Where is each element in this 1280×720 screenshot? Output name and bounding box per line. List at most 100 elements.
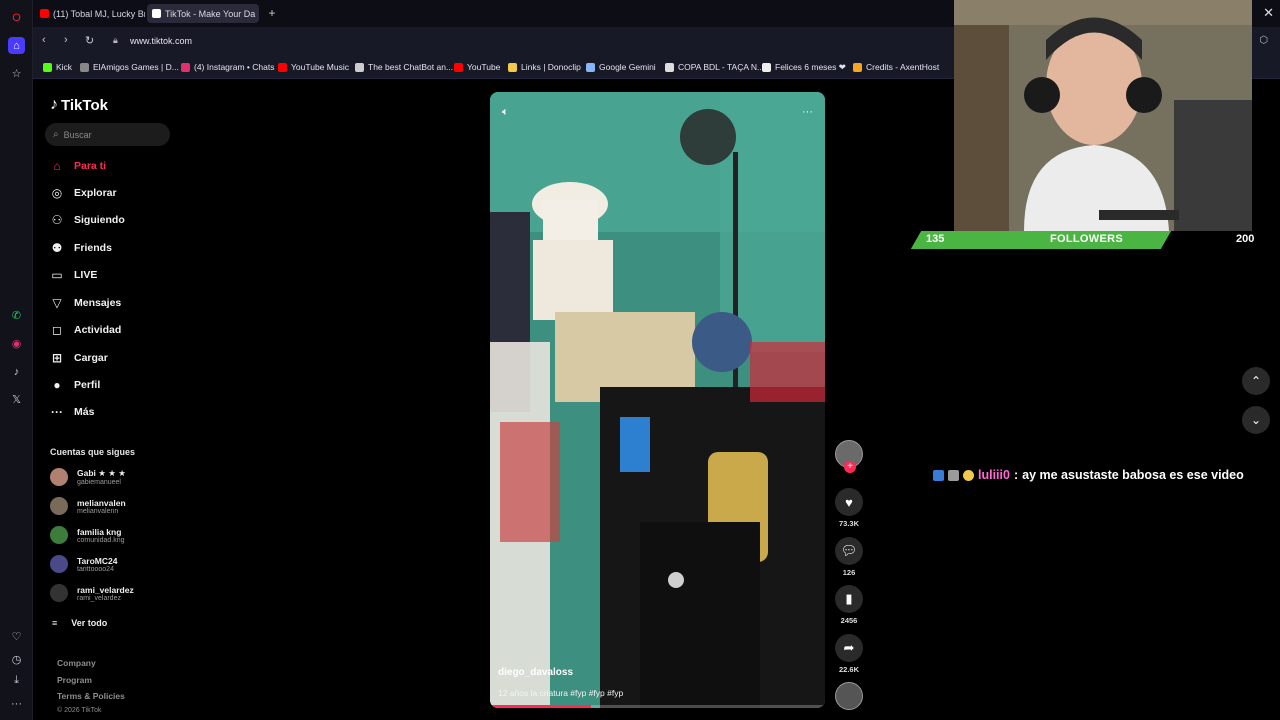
nav-label: Actividad (74, 324, 122, 336)
bookmark-item[interactable]: Felices 6 meses ❤ (762, 62, 846, 73)
x-icon[interactable]: 𝕏 (8, 391, 25, 408)
bookmark-item[interactable]: The best ChatBot an... (355, 62, 453, 72)
account-username: tarittoooo24 (77, 565, 114, 573)
volume-icon[interactable]: 🔈︎ (502, 106, 509, 119)
tab-tiktok[interactable]: TikTok - Make Your Da (147, 4, 259, 23)
next-video-button[interactable]: ⌄ (1242, 406, 1270, 434)
account-name: Gabi ★ ★ ★ (77, 468, 126, 478)
bookmark-item[interactable]: COPA BDL - TAÇA N... (665, 62, 764, 72)
previous-video-button[interactable]: ⌃ (1242, 367, 1270, 395)
bookmark-favicon-icon (43, 62, 52, 72)
sound-disc[interactable] (834, 682, 864, 710)
video-author[interactable]: diego_davaloss (498, 667, 573, 678)
followed-account[interactable]: TaroMC24 tarittoooo24 (50, 555, 117, 573)
followed-account[interactable]: rami_velardez rami_velardez (50, 584, 134, 602)
nav-item-9[interactable]: ··· Más (50, 405, 94, 419)
instagram-icon[interactable]: ◉ (8, 335, 25, 352)
followed-account[interactable]: familia kng comunidad.kng (50, 526, 124, 544)
download-icon[interactable]: ⤓ (8, 672, 25, 689)
bookmark-item[interactable]: Google Gemini (586, 62, 656, 72)
back-icon[interactable]: ‹ (42, 34, 46, 46)
nav-item-5[interactable]: ▽ Mensajes (50, 296, 121, 310)
chevron-down-icon: ⌄ (1250, 413, 1262, 427)
bookmark-item[interactable]: ElAmigos Games | D... (80, 62, 179, 72)
nav-item-7[interactable]: ⊞ Cargar (50, 351, 108, 365)
bookmark-item[interactable]: Kick (43, 62, 72, 72)
bookmark-label: Credits - AxentHost (866, 62, 940, 72)
nav-label: Cargar (74, 352, 108, 364)
search-input[interactable] (63, 129, 154, 140)
more-options-icon[interactable]: ··· (802, 106, 813, 118)
bookmark-item[interactable]: Credits - AxentHost (853, 62, 939, 72)
bookmark-item[interactable]: YouTube Music (278, 62, 349, 72)
tiktok-icon[interactable]: ♪ (8, 363, 25, 380)
bookmark-label: The best ChatBot an... (368, 62, 454, 72)
see-all-link[interactable]: ≡ Ver todo (52, 618, 107, 628)
forward-icon[interactable]: › (64, 34, 68, 46)
nav-item-3[interactable]: ⚉ Friends (50, 241, 112, 255)
nav-item-1[interactable]: ◎ Explorar (50, 186, 117, 200)
heart-icon[interactable]: ♡ (8, 628, 25, 645)
bookmark-favicon-icon (586, 62, 595, 72)
extension-icon[interactable]: ⬡ (1259, 35, 1268, 46)
save-button[interactable]: ▮ 2456 (834, 585, 864, 625)
live-icon: ▭ (51, 268, 63, 282)
followed-account[interactable]: melianvalen melianvalenn (50, 497, 126, 515)
opera-icon[interactable]: O (8, 9, 25, 26)
account-name: rami_velardez (77, 584, 134, 595)
bookmark-favicon-icon (181, 62, 190, 72)
nav-item-6[interactable]: ◻ Actividad (50, 323, 121, 337)
video-player[interactable]: 🔈︎ ··· diego_davaloss 12 años la criatur… (490, 92, 825, 708)
nav-item-4[interactable]: ▭ LIVE (50, 268, 97, 282)
bookmark-label: (4) Instagram • Chats (194, 62, 275, 72)
account-username: rami_velardez (77, 594, 121, 602)
home-icon[interactable]: ⌂ (8, 37, 25, 54)
avatar (50, 584, 68, 602)
close-window-icon[interactable]: ✕ (1263, 5, 1274, 21)
reload-icon[interactable]: ↻ (85, 34, 94, 47)
footer-terms[interactable]: Terms & Policies (57, 691, 125, 701)
comment-button[interactable]: 💬︎ 126 (834, 537, 864, 577)
nav-item-0[interactable]: ⌂ Para ti (50, 159, 106, 173)
bookmark-label: COPA BDL - TAÇA N... (678, 62, 765, 72)
nav-item-8[interactable]: ● Perfil (50, 378, 100, 392)
avatar (50, 526, 68, 544)
bookmark-item[interactable]: Links | Donoclip (508, 62, 581, 72)
tiktok-icon: ♪ (50, 96, 58, 113)
nav-label: Friends (74, 242, 112, 254)
star-icon[interactable]: ☆ (8, 65, 25, 82)
bookmark-favicon-icon (508, 62, 517, 72)
account-text: melianvalen melianvalenn (77, 498, 126, 515)
footer-program[interactable]: Program (57, 675, 92, 685)
tab-title: (11) Tobal MJ, Lucky Brow (53, 8, 145, 19)
nav-label: Explorar (74, 187, 117, 199)
share-button[interactable]: ➦ 22.6K (834, 634, 864, 674)
like-count: 73.3K (838, 519, 859, 528)
history-icon[interactable]: ◷ (8, 651, 25, 668)
url-field[interactable]: www.tiktok.com (130, 36, 192, 46)
chat-username: luliii0 (978, 468, 1010, 482)
followed-account[interactable]: Gabi ★ ★ ★ gabiemanueel (50, 468, 126, 486)
bookmark-label: Google Gemini (599, 62, 656, 72)
account-username: comunidad.kng (77, 536, 125, 544)
whatsapp-icon[interactable]: ✆ (8, 307, 25, 324)
followers-current: 135 (926, 233, 945, 245)
tiktok-logo[interactable]: ♪ TikTok (50, 96, 108, 114)
like-button[interactable]: ♥ 73.3K (834, 488, 864, 528)
search-bar[interactable]: ⌕ (45, 123, 170, 146)
follow-plus-icon[interactable]: + (844, 461, 856, 473)
nav-label: Para ti (74, 160, 107, 172)
logo-text: TikTok (61, 96, 108, 114)
bookmark-favicon-icon (355, 62, 364, 72)
nav-label: Siguiendo (74, 214, 125, 226)
bookmark-item[interactable]: (4) Instagram • Chats (181, 62, 274, 72)
creator-avatar[interactable]: + (834, 440, 864, 473)
followers-bar-fill (910, 231, 1172, 249)
more-icon[interactable]: ··· (8, 695, 25, 712)
bookmark-item[interactable]: YouTube (454, 62, 500, 72)
new-tab-button[interactable]: + (265, 6, 279, 20)
bookmark-favicon-icon (665, 62, 674, 72)
footer-company[interactable]: Company (57, 658, 96, 668)
tab-youtube[interactable]: (11) Tobal MJ, Lucky Brow (35, 4, 145, 23)
nav-item-2[interactable]: ⚇ Siguiendo (50, 213, 125, 227)
